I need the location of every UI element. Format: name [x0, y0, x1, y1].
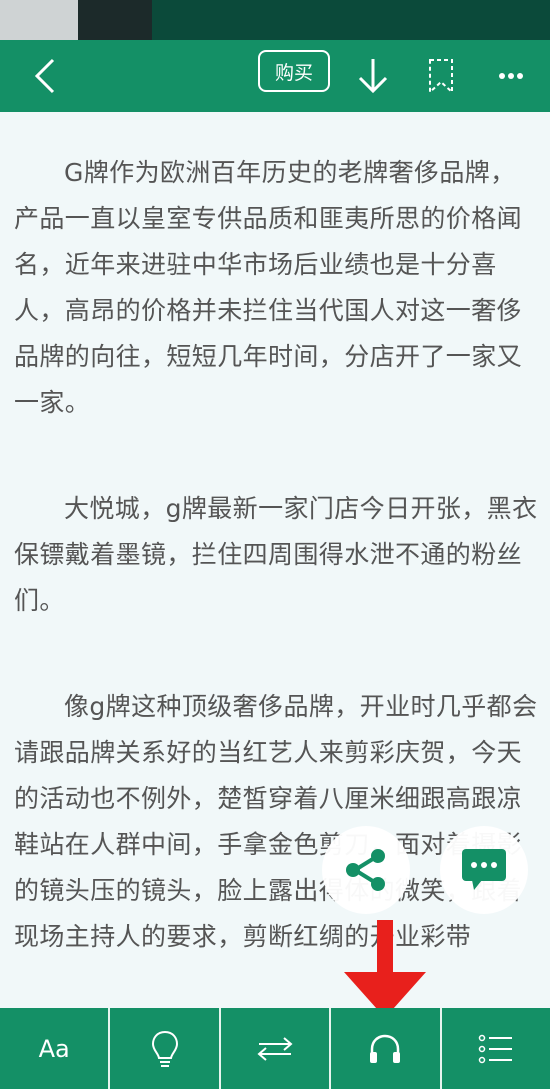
paragraph: G牌作为欧洲百年历史的老牌奢侈品牌，产品一直以皇室专供品质和匪夷所思的价格闻名，… [14, 158, 523, 417]
comment-icon [462, 849, 506, 890]
red-down-arrow-icon [344, 920, 426, 1018]
status-blur [0, 0, 78, 40]
more-dots-icon [499, 73, 523, 79]
top-bar: 购买 [0, 40, 550, 112]
share-icon [346, 849, 385, 891]
brightness-button[interactable] [110, 1008, 221, 1089]
bottom-toolbar: Aa [0, 1008, 550, 1089]
swap-arrows-icon [257, 1036, 293, 1061]
font-size-label: Aa [38, 1034, 70, 1063]
font-settings-button[interactable]: Aa [0, 1008, 111, 1089]
arrow-down-icon [358, 59, 388, 94]
lightbulb-icon [151, 1030, 178, 1067]
status-bar [0, 0, 550, 40]
buy-button[interactable]: 购买 [258, 50, 330, 92]
listen-button[interactable] [331, 1008, 442, 1089]
table-of-contents-button[interactable] [442, 1008, 550, 1089]
more-button[interactable] [486, 40, 536, 112]
paragraph: 像g牌这种顶级奢侈品牌，开业时几乎都会请跟品牌关系好的当红艺人来剪彩庆贺，今天的… [14, 692, 538, 951]
list-icon [478, 1034, 512, 1063]
chevron-left-icon [34, 58, 55, 94]
status-blur-dark [78, 0, 152, 40]
download-button[interactable] [348, 40, 398, 112]
paragraph: 大悦城，g牌最新一家门店今日开张，黑衣保镖戴着墨镜，拦住四周围得水泄不通的粉丝们… [14, 494, 538, 615]
back-button[interactable] [20, 40, 70, 112]
bookmark-button[interactable] [416, 40, 466, 112]
share-button[interactable] [322, 826, 410, 914]
comment-button[interactable] [440, 826, 528, 914]
page-mode-button[interactable] [221, 1008, 332, 1089]
bookmark-icon [429, 59, 453, 94]
headphones-icon [370, 1034, 401, 1063]
